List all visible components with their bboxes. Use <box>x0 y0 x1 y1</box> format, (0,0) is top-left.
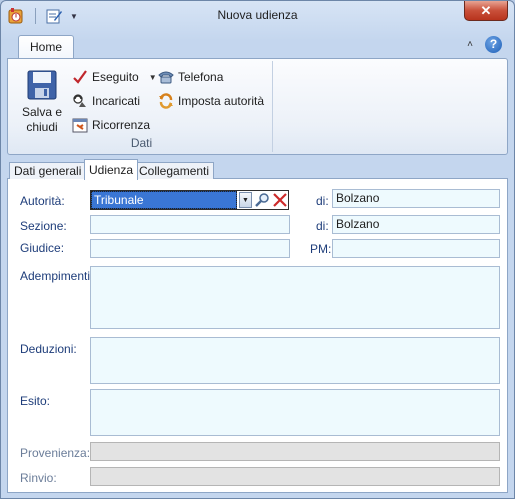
recurrence-icon <box>72 117 88 133</box>
people-icon <box>72 93 88 109</box>
incaricati-label: Incaricati <box>92 94 141 108</box>
deduzioni-textarea[interactable] <box>90 337 500 384</box>
app-window: ▼ Nuova udienza ✕ Home ˄ ? Salva e chiud… <box>0 0 515 499</box>
sezione-field[interactable] <box>90 215 290 234</box>
autorita-selected-value[interactable]: Tribunale <box>91 191 237 209</box>
chevron-down-icon[interactable]: ▼ <box>239 192 252 208</box>
ribbon-group-label: Dati <box>130 136 153 150</box>
pm-field[interactable] <box>332 239 500 258</box>
autorita-di-label: di: <box>316 194 329 208</box>
autorita-di-field[interactable]: Bolzano <box>332 189 500 208</box>
imposta-autorita-label: Imposta autorità <box>178 94 265 108</box>
ricorrenza-button[interactable]: Ricorrenza <box>72 115 150 135</box>
incaricati-button[interactable]: Incaricati <box>72 91 140 111</box>
tab-dati-generali[interactable]: Dati generali <box>9 162 87 179</box>
title-bar: ▼ Nuova udienza ✕ <box>1 1 514 31</box>
ribbon-group-dati: Salva e chiudi Eseguito ▼ Incaricati Ric… <box>10 61 273 152</box>
sezione-label: Sezione: <box>20 219 67 233</box>
magnifier-icon[interactable] <box>254 191 270 209</box>
eseguito-button[interactable]: Eseguito ▼ <box>72 67 157 87</box>
telephone-icon <box>158 69 174 85</box>
red-x-icon[interactable] <box>272 191 288 209</box>
ribbon-tab-home[interactable]: Home <box>18 35 74 59</box>
sezione-di-field[interactable]: Bolzano <box>332 215 500 234</box>
autorita-label: Autorità: <box>20 194 65 208</box>
ribbon-panel: Salva e chiudi Eseguito ▼ Incaricati Ric… <box>7 58 508 155</box>
checkmark-icon <box>72 69 88 85</box>
eseguito-label: Eseguito <box>92 70 139 84</box>
tab-collegamenti[interactable]: Collegamenti <box>134 162 215 179</box>
refresh-icon <box>158 93 174 109</box>
floppy-disk-icon <box>27 69 57 101</box>
adempimenti-label: Adempimenti: <box>20 269 94 283</box>
pm-label: PM: <box>310 242 332 256</box>
imposta-autorita-button[interactable]: Imposta autorità <box>158 91 264 111</box>
rinvio-label: Rinvio: <box>20 471 57 485</box>
giudice-field[interactable] <box>90 239 290 258</box>
provenienza-field <box>90 442 500 461</box>
help-icon[interactable]: ? <box>485 36 502 53</box>
udienza-panel: Autorità: Tribunale ▼ di: Bolzano Sezion… <box>7 179 508 493</box>
esito-textarea[interactable] <box>90 389 500 436</box>
save-close-label-1: Salva e <box>21 105 63 119</box>
provenienza-label: Provenienza: <box>20 446 91 460</box>
giudice-label: Giudice: <box>20 241 65 255</box>
form-tabstrip: Dati generali Udienza Collegamenti <box>7 159 508 180</box>
close-button[interactable]: ✕ <box>464 1 508 21</box>
chevron-up-icon[interactable]: ˄ <box>464 39 476 51</box>
save-close-label-2: chiudi <box>26 120 58 134</box>
chevron-down-icon[interactable]: ▼ <box>149 73 157 82</box>
rinvio-field <box>90 467 500 486</box>
ribbon-tabs: Home ˄ ? <box>7 33 508 59</box>
window-title: Nuova udienza <box>217 8 298 22</box>
tab-udienza[interactable]: Udienza <box>84 159 139 180</box>
deduzioni-label: Deduzioni: <box>20 342 77 356</box>
esito-label: Esito: <box>20 394 51 408</box>
ricorrenza-label: Ricorrenza <box>92 118 151 132</box>
sezione-di-label: di: <box>316 219 329 233</box>
close-icon: ✕ <box>480 2 492 18</box>
autorita-combo[interactable]: Tribunale ▼ <box>90 190 290 210</box>
telefona-label: Telefona <box>178 70 224 84</box>
save-and-close-button[interactable]: Salva e chiudi <box>16 67 68 135</box>
adempimenti-textarea[interactable] <box>90 266 500 329</box>
telefona-button[interactable]: Telefona <box>158 67 223 87</box>
